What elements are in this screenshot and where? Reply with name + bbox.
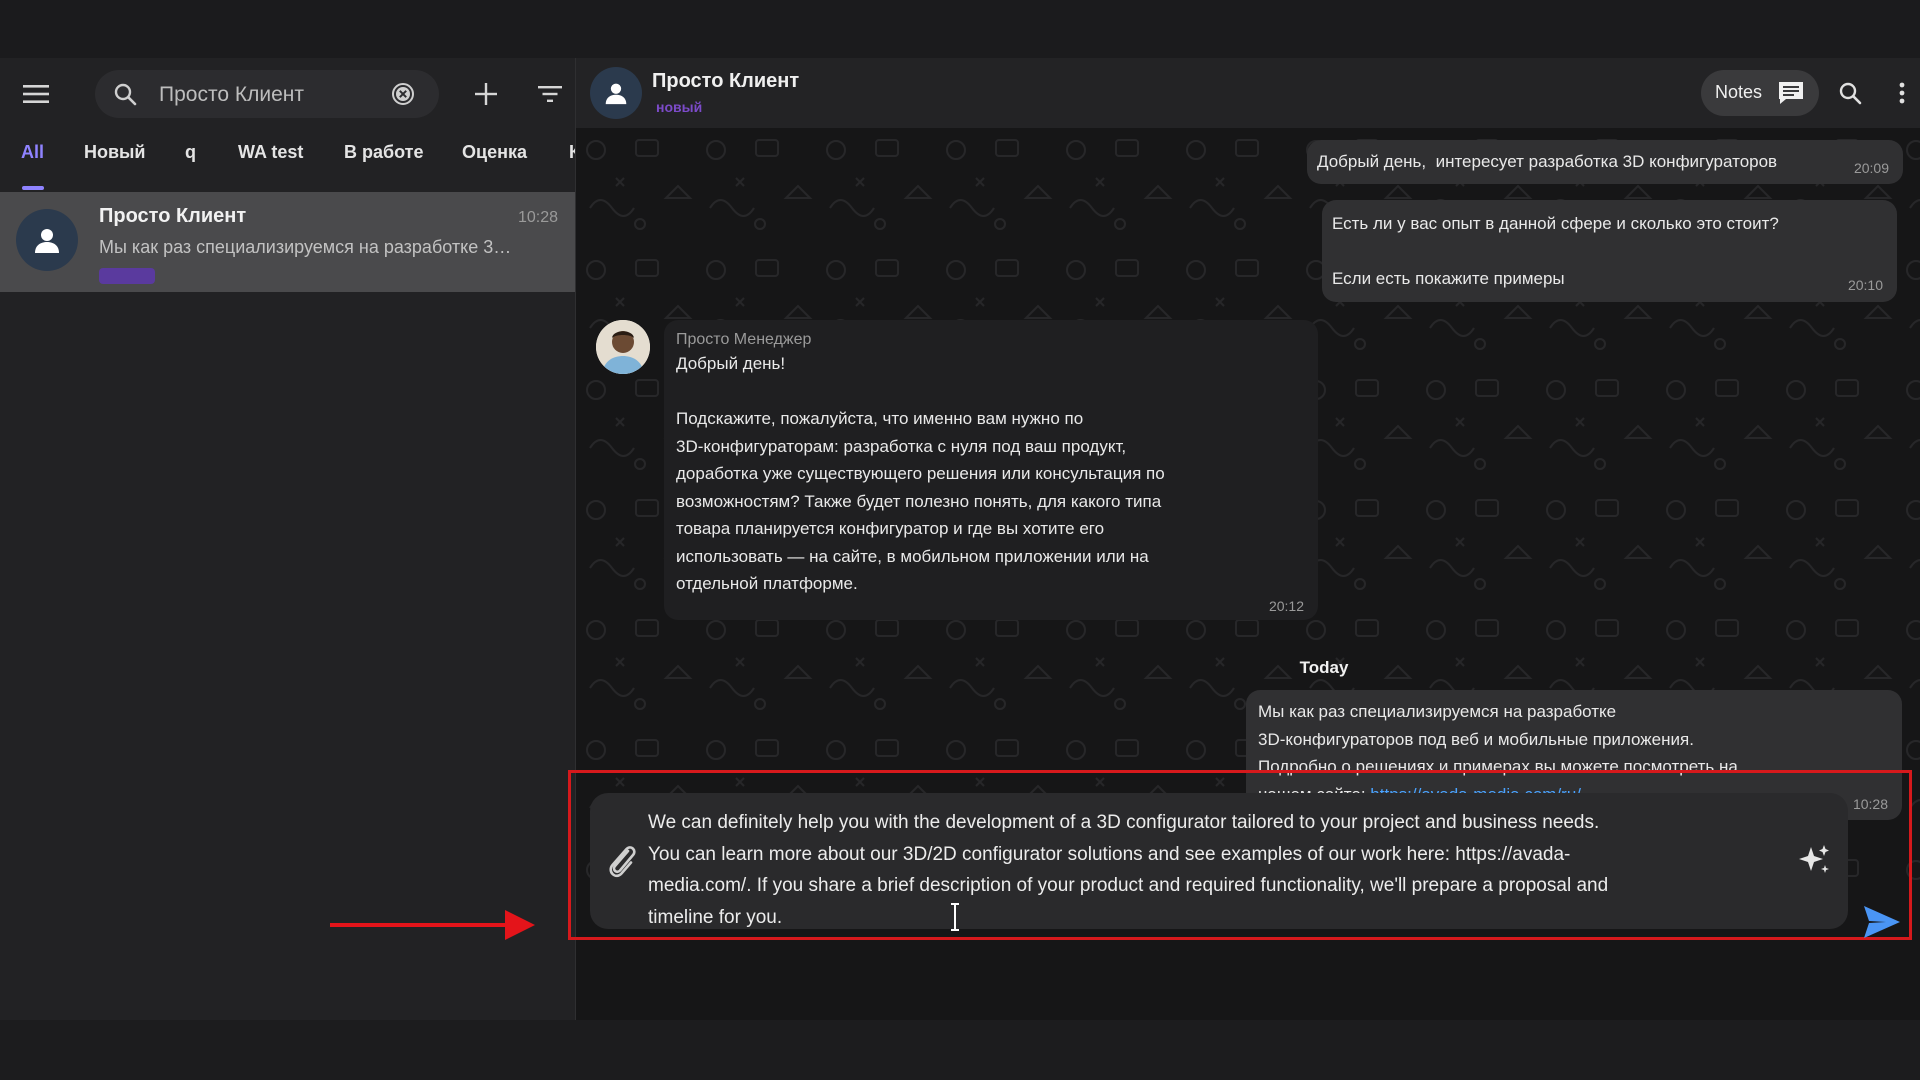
message-input[interactable]: We can definitely help you with the deve… (648, 807, 1788, 928)
conversation-list-panel: All Новый q WA test В работе Оценка К Пр… (0, 58, 576, 1020)
plus-icon[interactable] (466, 74, 506, 114)
tab-in-progress[interactable]: В работе (344, 142, 424, 186)
person-icon (35, 229, 59, 253)
contact-name[interactable]: Просто Клиент (652, 70, 799, 93)
filter-icon[interactable] (530, 74, 570, 114)
tab-all[interactable]: All (21, 142, 44, 186)
conversation-time: 10:28 (517, 209, 558, 226)
avatar (16, 209, 78, 271)
conversation-name: Просто Клиент (99, 205, 247, 227)
avatar[interactable] (596, 320, 650, 374)
send-icon[interactable] (1860, 900, 1904, 944)
notes-icon (1777, 80, 1805, 106)
outgoing-message[interactable]: Добрый день, интересует разработка 3D ко… (1307, 140, 1903, 184)
menu-icon[interactable] (16, 74, 56, 114)
tab-more[interactable]: К (569, 142, 575, 186)
conversation-preview: Мы как раз специализируемся на разработк… (99, 237, 519, 257)
search-input[interactable] (157, 78, 391, 112)
notes-label: Notes (1715, 82, 1763, 102)
message-text: Есть ли у вас опыт в данной сфере и скол… (1332, 214, 1779, 288)
avatar[interactable] (590, 67, 642, 119)
status-badge (99, 268, 155, 284)
sparkle-icon[interactable] (1797, 843, 1831, 877)
status-tabs: All Новый q WA test В работе Оценка К (0, 142, 575, 186)
message-text: Добрый день! Подскажите, пожалуйста, что… (676, 354, 1165, 593)
contact-status: новый (656, 99, 703, 115)
message-time: 20:09 (1853, 160, 1889, 176)
search-icon[interactable] (1830, 73, 1870, 113)
search-icon (113, 82, 137, 106)
outgoing-message[interactable]: Есть ли у вас опыт в данной сфере и скол… (1322, 200, 1897, 302)
date-separator: Today (1299, 658, 1349, 677)
tab-evaluation[interactable]: Оценка (462, 142, 527, 186)
message-time: 20:12 (1268, 598, 1304, 614)
search-box (95, 70, 439, 118)
notes-button[interactable]: Notes (1701, 70, 1819, 116)
tab-wa-test[interactable]: WA test (238, 142, 303, 186)
message-composer: We can definitely help you with the deve… (590, 793, 1848, 929)
text-cursor-icon (951, 903, 959, 931)
incoming-message[interactable]: Просто Менеджер Добрый день! Подскажите,… (664, 320, 1318, 620)
person-icon (605, 83, 627, 105)
conversation-list-item[interactable]: Просто Клиент 10:28 Мы как раз специализ… (0, 192, 575, 292)
annotation-arrow (330, 910, 535, 940)
active-tab-indicator (22, 186, 44, 190)
tab-q[interactable]: q (185, 142, 196, 186)
clear-circle-icon[interactable] (391, 82, 415, 106)
window-top-bar (0, 0, 1920, 58)
chat-header: Просто Клиент новый Notes (576, 58, 1920, 128)
more-vertical-icon[interactable] (1882, 73, 1920, 113)
tab-new[interactable]: Новый (84, 142, 146, 186)
list-header (0, 58, 575, 128)
paperclip-icon[interactable] (604, 841, 640, 881)
message-time: 20:10 (1847, 277, 1883, 293)
message-text: Добрый день, интересует разработка 3D ко… (1317, 152, 1778, 171)
